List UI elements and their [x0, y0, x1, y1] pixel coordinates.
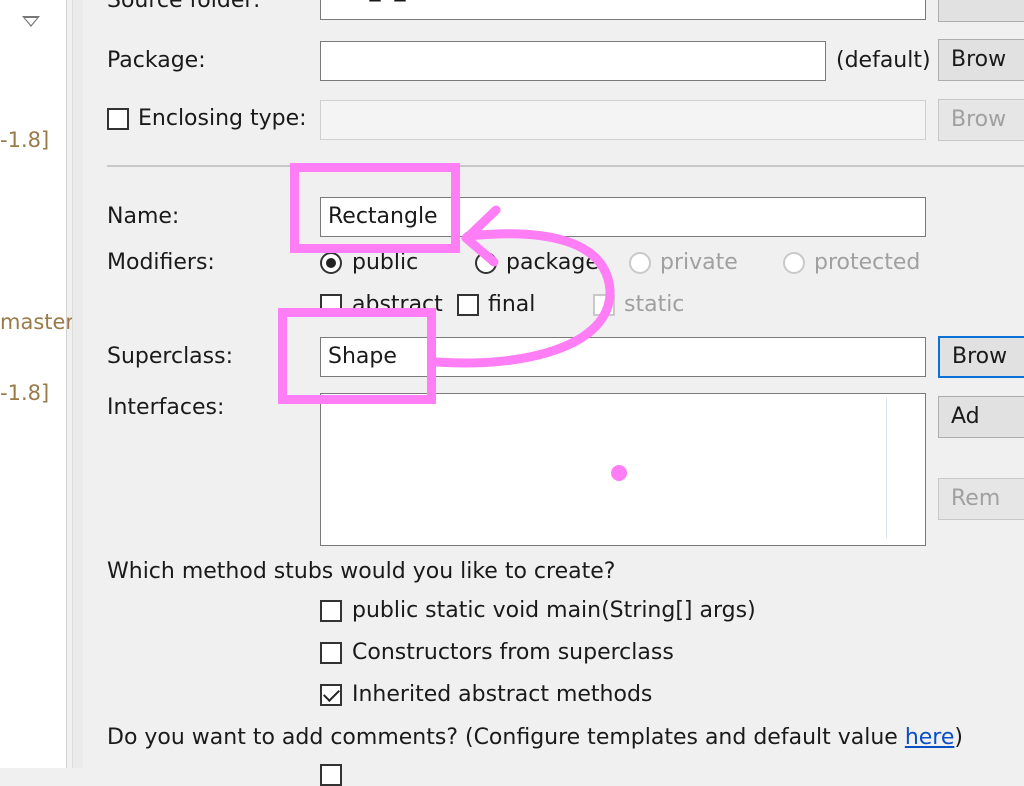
list-scroll-divider [886, 398, 887, 538]
package-default-hint: (default) [836, 48, 931, 73]
package-browse-button[interactable]: Brow [938, 39, 1024, 81]
radio-public[interactable] [320, 252, 342, 274]
enclosing-type-input [320, 100, 926, 140]
section-separator [107, 165, 1024, 167]
inherited-abstract-label[interactable]: Inherited abstract methods [352, 682, 652, 707]
inherited-abstract-checkbox[interactable] [320, 684, 342, 706]
superclass-label: Superclass: [107, 344, 233, 369]
radio-protected [783, 252, 805, 274]
source-folder-input[interactable]: a20_8_13/src [320, 0, 926, 20]
constructors-label[interactable]: Constructors from superclass [352, 640, 674, 665]
checkmark-icon [323, 685, 340, 702]
source-folder-browse-button[interactable]: Brow [938, 0, 1024, 22]
package-label: Package: [107, 48, 206, 73]
radio-private [629, 252, 651, 274]
modifiers-label: Modifiers: [107, 250, 215, 275]
constructors-checkbox[interactable] [320, 642, 342, 664]
static-label: static [624, 292, 685, 317]
radio-private-label: private [660, 250, 738, 275]
comments-question: Do you want to add comments? (Configure … [107, 725, 963, 750]
static-checkbox [593, 294, 615, 316]
panel-divider[interactable] [72, 0, 83, 768]
interfaces-remove-button: Rem [938, 478, 1024, 520]
name-label: Name: [107, 204, 180, 229]
generate-comments-checkbox[interactable] [320, 764, 342, 786]
superclass-browse-button[interactable]: Brow [938, 336, 1024, 378]
enclosing-type-browse-button: Brow [938, 99, 1024, 141]
source-folder-label: Source folder: [107, 0, 261, 13]
package-explorer-panel: -1.8] master] -1.8] [0, 0, 82, 768]
explorer-fragment-3[interactable]: -1.8] [0, 381, 49, 405]
enclosing-type-checkbox[interactable] [107, 108, 129, 130]
configure-templates-link[interactable]: here [905, 725, 955, 750]
radio-package-label[interactable]: package [506, 250, 599, 275]
main-method-label[interactable]: public static void main(String[] args) [352, 598, 756, 623]
enclosing-type-label: Enclosing type: [138, 106, 307, 131]
final-label[interactable]: final [488, 292, 535, 317]
radio-protected-label: protected [814, 250, 921, 275]
main-method-checkbox[interactable] [320, 600, 342, 622]
annotation-box-name [290, 163, 460, 253]
explorer-fragment-2[interactable]: master] [0, 310, 82, 334]
radio-public-label[interactable]: public [352, 250, 418, 275]
interfaces-label: Interfaces: [107, 395, 225, 420]
comments-question-close: ) [954, 725, 963, 750]
interfaces-add-button[interactable]: Ad [938, 396, 1024, 438]
radio-package[interactable] [475, 252, 497, 274]
interfaces-list[interactable] [320, 393, 926, 546]
method-stubs-question: Which method stubs would you like to cre… [107, 559, 616, 584]
final-checkbox[interactable] [457, 294, 479, 316]
comments-question-text: Do you want to add comments? (Configure … [107, 725, 905, 750]
explorer-fragment-1[interactable]: -1.8] [0, 128, 49, 152]
view-menu-icon[interactable] [22, 16, 40, 27]
annotation-box-superclass [278, 308, 436, 404]
package-input[interactable] [320, 41, 826, 81]
